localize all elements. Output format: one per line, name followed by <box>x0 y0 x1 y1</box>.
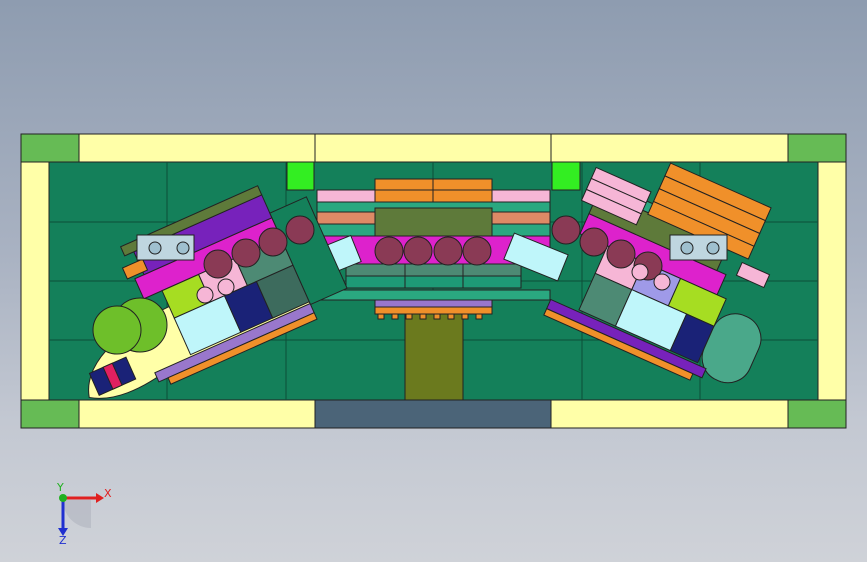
corner-block-tl <box>20 133 80 163</box>
x-axis-label: X <box>104 487 112 500</box>
corner-block-br <box>787 399 847 429</box>
bottom-slot <box>314 399 552 429</box>
y-axis-dot <box>59 494 67 502</box>
cad-viewport[interactable]: X Y Z <box>0 0 867 562</box>
center-block <box>374 207 493 239</box>
corner-block-bl <box>20 399 80 429</box>
y-axis-label: Y <box>56 481 64 494</box>
orientation-triad: X Y Z <box>56 481 112 547</box>
corner-block-tr <box>787 133 847 163</box>
mold-assembly-model[interactable]: X Y Z <box>0 0 867 562</box>
z-axis-label: Z <box>59 534 67 547</box>
